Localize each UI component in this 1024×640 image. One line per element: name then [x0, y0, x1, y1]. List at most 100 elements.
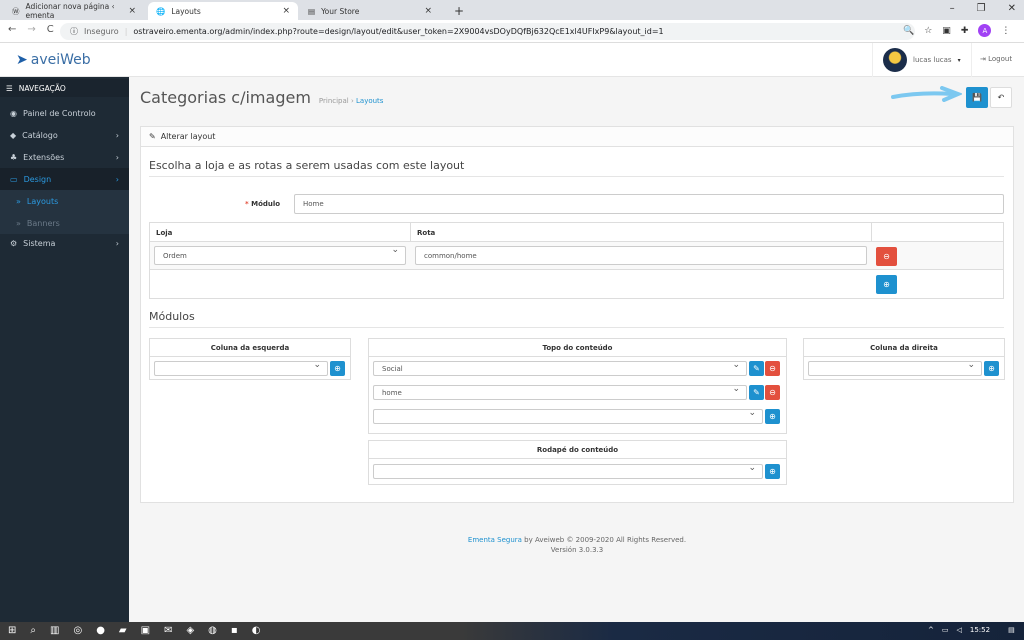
top-module-select[interactable]: Social: [373, 360, 747, 376]
bottom-module-select[interactable]: [373, 463, 763, 479]
clock[interactable]: 15:52: [970, 626, 990, 634]
store-icon: ▤: [308, 6, 316, 16]
network-icon[interactable]: ▭: [942, 626, 949, 634]
extension-icon[interactable]: ▣: [942, 26, 951, 36]
profile-avatar[interactable]: A: [978, 24, 992, 37]
tray-chevron-icon[interactable]: ^: [928, 626, 934, 634]
left-module-select[interactable]: [154, 360, 328, 376]
save-icon: 💾: [972, 93, 982, 102]
firefox-icon[interactable]: ●: [96, 625, 105, 636]
close-window-icon[interactable]: ✕: [1008, 3, 1016, 14]
sidebar-item-catalog[interactable]: ◆ Catálogo ›: [0, 124, 129, 146]
address-bar-row: ← → C ⓘ Inseguro | ostraveiro.ementa.org/admi…: [0, 20, 1024, 43]
top-module-select[interactable]: home: [373, 384, 747, 400]
info-icon: ⓘ: [70, 27, 78, 36]
remove-route-button[interactable]: ⊖: [876, 247, 897, 266]
store-select[interactable]: Ordem: [154, 245, 406, 265]
layout-panel: ✎ Alterar layout Escolha a loja e as rota…: [140, 126, 1014, 503]
sidebar-title: ☰ NAVEGAÇÃO: [0, 79, 129, 97]
back-button[interactable]: ↶: [990, 87, 1012, 108]
sidebar-item-system[interactable]: ⚙ Sistema ›: [0, 232, 129, 254]
url-bar[interactable]: ⓘ Inseguro | ostraveiro.ementa.org/admin/in…: [60, 23, 915, 40]
user-menu[interactable]: lucas lucas ▾: [872, 43, 972, 77]
sidebar-item-extensions[interactable]: ♣ Extensões ›: [0, 146, 129, 168]
app-icon[interactable]: ◍: [208, 625, 217, 636]
search-icon[interactable]: ⌕: [30, 625, 36, 636]
reload-icon[interactable]: C: [47, 24, 54, 35]
remove-module-button[interactable]: ⊖: [765, 385, 780, 400]
windows-start-icon[interactable]: ⊞: [8, 625, 16, 636]
sidebar: ☰ NAVEGAÇÃO ◉ Painel de Controlo ◆ Catálogo…: [0, 77, 129, 622]
forward-icon[interactable]: →: [27, 24, 35, 35]
add-top-module-button[interactable]: ⊕: [765, 409, 780, 424]
tab-your-store[interactable]: ▤ Your Store ×: [300, 2, 440, 20]
tab-wordpress[interactable]: Ⓦ Adicionar nova página ‹ ementa ×: [4, 2, 144, 20]
page-title: Categorias c/imagem: [140, 88, 311, 107]
sidebar-item-banners[interactable]: » Banners: [0, 212, 129, 234]
left-column-box: Coluna da esquerda ⊕: [149, 338, 351, 380]
close-tab-icon[interactable]: ×: [282, 6, 290, 16]
sidebar-item-layouts[interactable]: » Layouts: [0, 190, 129, 212]
page-header: Categorias c/imagem Principal › Layouts: [140, 88, 383, 107]
add-right-module-button[interactable]: ⊕: [984, 361, 999, 376]
minimize-icon[interactable]: –: [950, 3, 955, 14]
edit-module-button[interactable]: ✎: [749, 385, 764, 400]
notification-icon[interactable]: ▤: [1008, 626, 1015, 634]
footer-link[interactable]: Ementa Segura: [468, 536, 522, 544]
add-bottom-module-button[interactable]: ⊕: [765, 464, 780, 479]
folder-icon[interactable]: ▰: [119, 625, 127, 636]
route-input[interactable]: common/home: [415, 246, 867, 265]
puzzle-icon[interactable]: ✚: [961, 26, 969, 36]
remove-module-button[interactable]: ⊖: [765, 361, 780, 376]
sidebar-item-dashboard[interactable]: ◉ Painel de Controlo: [0, 102, 129, 124]
browser-tab-bar: Ⓦ Adicionar nova página ‹ ementa × 🌐 Layout…: [0, 0, 1024, 20]
app-icon[interactable]: ◈: [186, 625, 194, 636]
dashboard-icon: ◉: [10, 108, 17, 118]
tab-layouts[interactable]: 🌐 Layouts ×: [148, 2, 298, 20]
restore-icon[interactable]: ❐: [977, 3, 986, 14]
panel-heading: ✎ Alterar layout: [141, 127, 1013, 147]
annotation-arrow: [891, 86, 962, 102]
menu-icon[interactable]: ⋮: [1001, 26, 1010, 36]
add-left-module-button[interactable]: ⊕: [330, 361, 345, 376]
taskbar: ⊞ ⌕ ▥ ◎ ● ▰ ▣ ✉ ◈ ◍ ▪ ◐ ^ ▭ ◁ 15:52 ▤: [0, 622, 1024, 640]
task-view-icon[interactable]: ▥: [50, 625, 59, 636]
avatar: [883, 48, 907, 72]
save-button[interactable]: 💾: [966, 87, 988, 108]
app-icon[interactable]: ◐: [252, 625, 261, 636]
close-tab-icon[interactable]: ×: [424, 6, 432, 16]
chrome-icon[interactable]: ◎: [73, 625, 82, 636]
app-header: ➤ aveiWeb lucas lucas ▾ ⇥ Logout: [0, 43, 1024, 77]
top-module-new-select[interactable]: [373, 408, 763, 424]
gear-icon: ⚙: [10, 238, 18, 248]
col-header-store: Loja: [149, 222, 411, 242]
pencil-icon: ✎: [149, 132, 156, 141]
close-tab-icon[interactable]: ×: [128, 6, 136, 16]
breadcrumb: Principal › Layouts: [318, 97, 384, 105]
module-name-input[interactable]: Home: [294, 194, 1004, 214]
chevron-right-icon: ›: [115, 238, 119, 248]
back-icon[interactable]: ←: [8, 24, 16, 35]
logout-link[interactable]: ⇥ Logout: [980, 55, 1012, 63]
new-tab-button[interactable]: +: [446, 2, 472, 20]
zoom-icon[interactable]: 🔍: [903, 26, 914, 36]
mail-icon[interactable]: ✉: [164, 625, 172, 636]
logout-icon: ⇥: [980, 55, 986, 63]
star-icon[interactable]: ☆: [924, 26, 932, 36]
module-label: * Módulo: [245, 200, 281, 208]
logo[interactable]: ➤ aveiWeb: [16, 52, 91, 68]
chevron-right-icon: ›: [115, 152, 119, 162]
edit-module-button[interactable]: ✎: [749, 361, 764, 376]
content-top-box: Topo do conteúdo Social ✎ ⊖ home ✎ ⊖ ⊕: [368, 338, 787, 434]
legend-modules: Módulos: [149, 310, 1004, 328]
reply-icon: ↶: [997, 93, 1005, 102]
volume-icon[interactable]: ◁: [957, 626, 962, 634]
content-bottom-box: Rodapé do conteúdo ⊕: [368, 440, 787, 485]
photoshop-icon[interactable]: ▪: [231, 625, 238, 636]
right-column-box: Coluna da direita ⊕: [803, 338, 1005, 380]
add-route-button[interactable]: ⊕: [876, 275, 897, 294]
sidebar-item-design[interactable]: ▭ Design ›: [0, 168, 129, 190]
right-module-select[interactable]: [808, 360, 982, 376]
col-header-route: Rota: [410, 222, 872, 242]
store-icon[interactable]: ▣: [141, 625, 150, 636]
